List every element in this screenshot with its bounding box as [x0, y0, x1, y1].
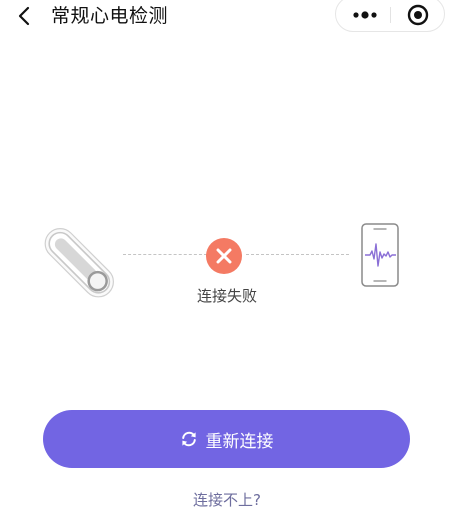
nav-bar: 常规心电检测 — [0, 0, 454, 32]
more-dots-icon — [353, 11, 377, 19]
reconnect-button[interactable]: 重新连接 — [43, 410, 410, 468]
page: 常规心电检测 连接失败 重新连接 连接不上? — [0, 0, 454, 523]
back-button[interactable] — [10, 2, 38, 30]
phone-waveform-icon — [361, 223, 399, 287]
connection-help-link[interactable]: 连接不上? — [0, 490, 454, 510]
chevron-left-icon — [18, 6, 30, 26]
close-button[interactable] — [398, 1, 438, 29]
reconnect-label: 重新连接 — [205, 431, 274, 452]
target-close-icon — [407, 4, 429, 26]
more-button[interactable] — [342, 1, 388, 29]
refresh-icon — [180, 430, 198, 448]
error-x-icon — [206, 238, 242, 274]
connection-status-text: 连接失败 — [196, 287, 257, 305]
capsule-divider — [390, 7, 391, 23]
connection-status: 连接失败 — [0, 210, 454, 310]
page-title: 常规心电检测 — [51, 5, 169, 27]
connection-line-left — [123, 254, 207, 255]
connection-line-right — [246, 254, 349, 255]
mini-program-capsule — [335, 0, 445, 32]
